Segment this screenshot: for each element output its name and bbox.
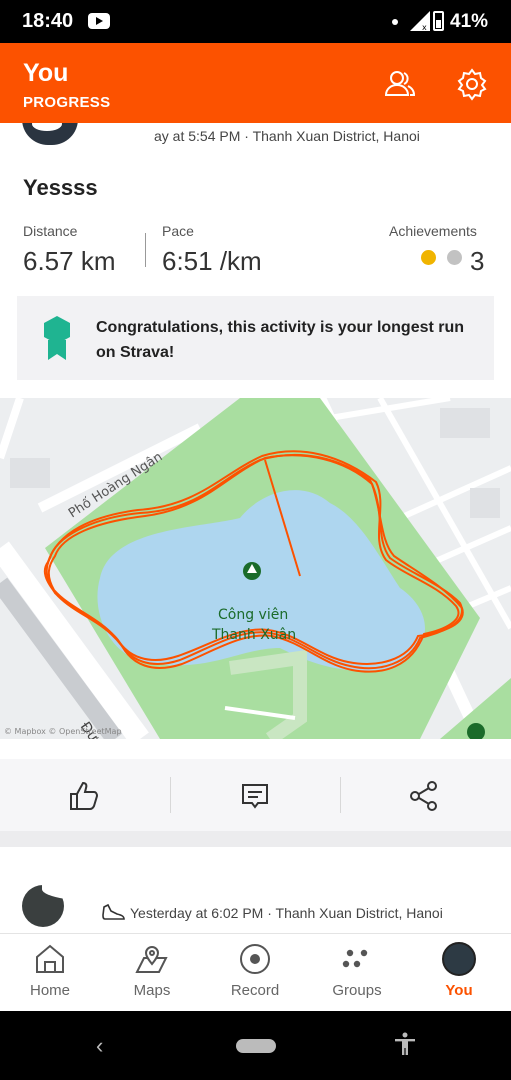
achievements-label: Achievements bbox=[389, 223, 477, 239]
stat-divider bbox=[145, 233, 146, 267]
status-time: 18:40 bbox=[22, 10, 74, 32]
park-label-line-1: Công viên bbox=[218, 607, 288, 623]
you-avatar-icon bbox=[442, 942, 476, 976]
accessibility-icon[interactable] bbox=[392, 1031, 418, 1057]
nav-label-you: You bbox=[445, 982, 473, 999]
nav-label-record: Record bbox=[230, 982, 280, 999]
nav-label-maps: Maps bbox=[133, 982, 171, 999]
route-map[interactable]: Phố Hoàng Ngân Công viên Thanh Xuân Đư ©… bbox=[0, 398, 511, 739]
longest-run-badge-icon bbox=[44, 316, 70, 360]
map-canvas: Phố Hoàng Ngân Công viên Thanh Xuân Đư ©… bbox=[0, 398, 511, 739]
svg-text:x: x bbox=[422, 23, 427, 31]
app-header: You PROGRESS bbox=[0, 43, 511, 123]
athlete-avatar[interactable] bbox=[22, 123, 78, 145]
maps-icon bbox=[135, 946, 168, 973]
nav-label-home: Home bbox=[29, 982, 70, 999]
system-nav-bar: ‹ bbox=[0, 1011, 511, 1080]
record-icon bbox=[240, 944, 270, 974]
map-attribution[interactable]: © Mapbox © OpenStreetMap bbox=[4, 727, 122, 736]
notification-dot-icon bbox=[392, 19, 398, 25]
action-divider bbox=[170, 777, 171, 813]
nav-label-groups: Groups bbox=[332, 982, 382, 999]
run-shoe-icon bbox=[102, 903, 125, 920]
next-activity-meta: Yesterday at 6:02 PM · Thanh Xuan Distri… bbox=[130, 905, 443, 921]
page-subtitle-progress[interactable]: PROGRESS bbox=[23, 94, 110, 111]
signal-icon: x bbox=[410, 11, 430, 31]
activity-title[interactable]: Yessss bbox=[23, 175, 98, 201]
share-icon[interactable] bbox=[407, 779, 441, 813]
comment-icon[interactable] bbox=[238, 779, 272, 813]
park-label-line-2: Thanh Xuân bbox=[211, 627, 296, 643]
home-icon bbox=[36, 944, 64, 973]
battery-icon bbox=[433, 11, 444, 31]
nav-record[interactable]: Record bbox=[210, 942, 300, 1010]
back-icon[interactable]: ‹ bbox=[96, 1033, 103, 1059]
bottom-nav: Home Maps Record Groups You bbox=[0, 933, 511, 1011]
nav-maps[interactable]: Maps bbox=[107, 942, 197, 1010]
next-activity-card[interactable]: Yesterday at 6:02 PM · Thanh Xuan Distri… bbox=[0, 847, 511, 933]
action-divider bbox=[340, 777, 341, 813]
activity-meta: ay at 5:54 PM · Thanh Xuan District, Han… bbox=[154, 128, 420, 144]
distance-label: Distance bbox=[23, 223, 78, 239]
page-title: You bbox=[23, 59, 69, 87]
people-icon[interactable] bbox=[383, 67, 417, 101]
achievements-count: 3 bbox=[470, 246, 485, 276]
silver-medal-icon bbox=[447, 250, 462, 265]
divider bbox=[0, 739, 511, 759]
pace-value: 6:51 /km bbox=[162, 246, 262, 276]
home-gesture-pill[interactable] bbox=[236, 1039, 276, 1053]
nav-home[interactable]: Home bbox=[5, 942, 95, 1010]
youtube-notification-icon bbox=[88, 13, 110, 29]
settings-gear-icon[interactable] bbox=[455, 67, 489, 101]
battery-percent: 41% bbox=[450, 11, 489, 32]
kudos-icon[interactable] bbox=[67, 779, 101, 813]
status-bar: 18:40 x 41% bbox=[0, 0, 511, 43]
pace-label: Pace bbox=[162, 223, 194, 239]
activity-feed[interactable]: ay at 5:54 PM · Thanh Xuan District, Han… bbox=[0, 123, 511, 933]
distance-value: 6.57 km bbox=[23, 246, 116, 276]
activity-actions bbox=[0, 759, 511, 831]
groups-icon bbox=[342, 949, 368, 968]
nav-groups[interactable]: Groups bbox=[312, 942, 402, 1010]
redacted-name bbox=[42, 869, 242, 903]
feed-gap bbox=[0, 831, 511, 847]
nav-you[interactable]: You bbox=[414, 942, 504, 1010]
gold-medal-icon bbox=[421, 250, 436, 265]
achievement-banner[interactable]: Congratulations, this activity is your l… bbox=[17, 296, 494, 380]
banner-text: Congratulations, this activity is your l… bbox=[96, 319, 465, 361]
